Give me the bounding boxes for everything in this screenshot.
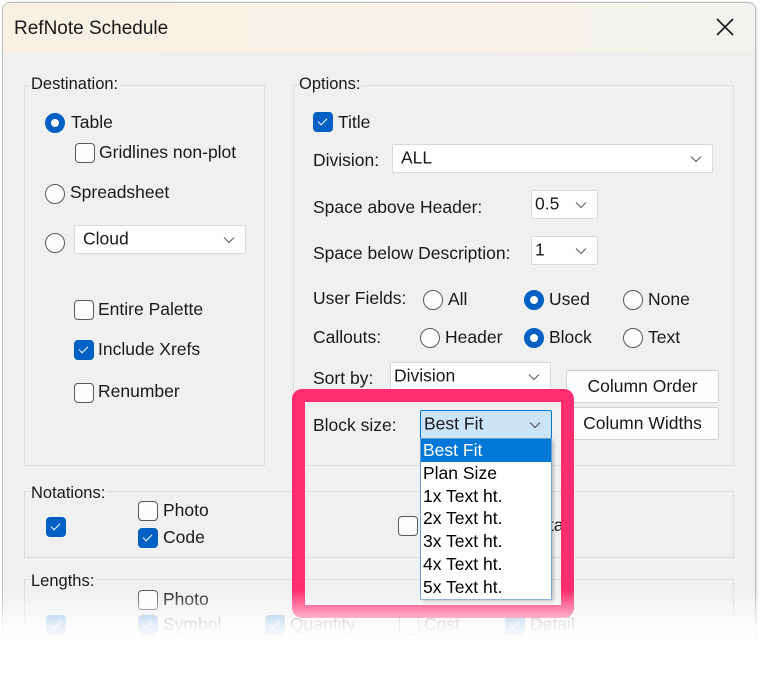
notations-detail-label: tail	[549, 515, 572, 535]
block-size-option[interactable]: Plan Size	[421, 462, 551, 485]
gridlines-label: Gridlines non-plot	[99, 142, 237, 162]
lengths-quantity-checkbox[interactable]	[265, 615, 285, 635]
notations-photo-label: Photo	[163, 500, 209, 520]
block-size-label: Block size:	[313, 415, 397, 435]
lengths-symbol-checkbox[interactable]	[138, 615, 158, 635]
close-button[interactable]	[713, 15, 737, 39]
sort-by-value: Division	[394, 364, 456, 385]
lengths-detail-checkbox[interactable]	[505, 615, 525, 635]
title-bar: RefNote Schedule	[3, 3, 755, 53]
lengths-group	[24, 579, 734, 659]
callouts-block-radio[interactable]	[524, 328, 544, 348]
notations-code-checkbox[interactable]	[138, 528, 158, 548]
lengths-checkbox[interactable]	[46, 615, 66, 635]
space-above-header-value: 0.5	[535, 192, 560, 213]
block-size-option[interactable]: 1x Text ht.	[421, 485, 551, 508]
block-size-option[interactable]: Best Fit	[421, 439, 551, 462]
division-label: Division:	[313, 150, 380, 170]
chevron-down-icon	[223, 236, 235, 244]
block-size-options-list: Best Fit Plan Size 1x Text ht. 2x Text h…	[420, 438, 552, 600]
renumber-label: Renumber	[98, 381, 180, 401]
callouts-header-radio[interactable]	[420, 328, 440, 348]
lengths-photo-label: Photo	[163, 589, 209, 609]
space-below-description-dropdown[interactable]: 1	[531, 236, 598, 265]
user-fields-none-radio[interactable]	[623, 290, 643, 310]
gridlines-checkbox[interactable]	[75, 143, 95, 163]
block-size-option[interactable]: 5x Text ht.	[421, 576, 551, 599]
sort-by-label: Sort by:	[313, 368, 374, 388]
column-order-button[interactable]: Column Order	[566, 370, 719, 403]
chevron-down-icon	[529, 421, 541, 429]
lengths-detail-label: Detail	[530, 614, 575, 634]
table-label: Table	[71, 112, 113, 132]
block-size-option[interactable]: 2x Text ht.	[421, 507, 551, 530]
user-fields-all-label: All	[448, 289, 468, 309]
block-size-dropdown[interactable]: Best Fit	[420, 410, 552, 439]
user-fields-none-label: None	[648, 289, 690, 309]
division-dropdown[interactable]: ALL	[392, 144, 713, 173]
lengths-symbol-label: Symbol	[163, 614, 222, 634]
block-size-value: Best Fit	[424, 412, 484, 433]
cloud-radio[interactable]	[45, 233, 65, 253]
user-fields-used-label: Used	[549, 289, 590, 309]
lengths-photo-checkbox[interactable]	[138, 590, 158, 610]
callouts-label: Callouts:	[313, 327, 382, 347]
destination-label: Destination:	[29, 75, 121, 94]
space-above-header-label: Space above Header:	[313, 197, 483, 217]
lengths-quantity-label: Quantity	[290, 614, 356, 634]
chevron-down-icon	[575, 247, 587, 255]
notations-code-label: Code	[163, 527, 205, 547]
notations-label: Notations:	[29, 484, 108, 503]
space-below-description-label: Space below Description:	[313, 243, 511, 263]
lengths-cost-checkbox[interactable]	[399, 615, 419, 635]
user-fields-label: User Fields:	[313, 288, 407, 308]
callouts-block-label: Block	[549, 327, 592, 347]
entire-palette-label: Entire Palette	[98, 299, 204, 319]
cloud-value: Cloud	[83, 227, 129, 248]
chevron-down-icon	[528, 373, 540, 381]
user-fields-used-radio[interactable]	[524, 290, 544, 310]
spreadsheet-radio[interactable]	[45, 184, 65, 204]
user-fields-all-radio[interactable]	[423, 290, 443, 310]
notations-photo-checkbox[interactable]	[138, 501, 158, 521]
dialog-title: RefNote Schedule	[14, 18, 169, 39]
block-size-option[interactable]: 3x Text ht.	[421, 530, 551, 553]
close-icon	[716, 18, 734, 36]
space-above-header-dropdown[interactable]: 0.5	[531, 190, 598, 219]
title-checkbox[interactable]	[313, 112, 333, 132]
callouts-text-radio[interactable]	[623, 328, 643, 348]
renumber-checkbox[interactable]	[74, 383, 94, 403]
column-widths-button[interactable]: Column Widths	[566, 407, 719, 440]
block-size-option[interactable]: 4x Text ht.	[421, 553, 551, 576]
spreadsheet-label: Spreadsheet	[70, 182, 170, 202]
cloud-dropdown[interactable]: Cloud	[74, 225, 246, 254]
notations-detail-checkbox[interactable]	[398, 516, 418, 536]
callouts-header-label: Header	[445, 327, 503, 347]
options-label: Options:	[297, 75, 363, 94]
division-value: ALL	[401, 146, 433, 167]
sort-by-dropdown[interactable]: Division	[390, 362, 551, 391]
title-label: Title	[338, 112, 371, 132]
include-xrefs-label: Include Xrefs	[98, 339, 201, 359]
chevron-down-icon	[575, 201, 587, 209]
notations-checkbox[interactable]	[46, 517, 66, 537]
callouts-text-label: Text	[648, 327, 681, 347]
chevron-down-icon	[690, 155, 702, 163]
lengths-cost-label: Cost	[424, 614, 460, 634]
space-below-description-value: 1	[535, 238, 545, 259]
include-xrefs-checkbox[interactable]	[74, 340, 94, 360]
notations-group	[24, 491, 734, 558]
table-radio[interactable]	[45, 113, 65, 133]
entire-palette-checkbox[interactable]	[74, 300, 94, 320]
lengths-label: Lengths:	[29, 572, 97, 591]
